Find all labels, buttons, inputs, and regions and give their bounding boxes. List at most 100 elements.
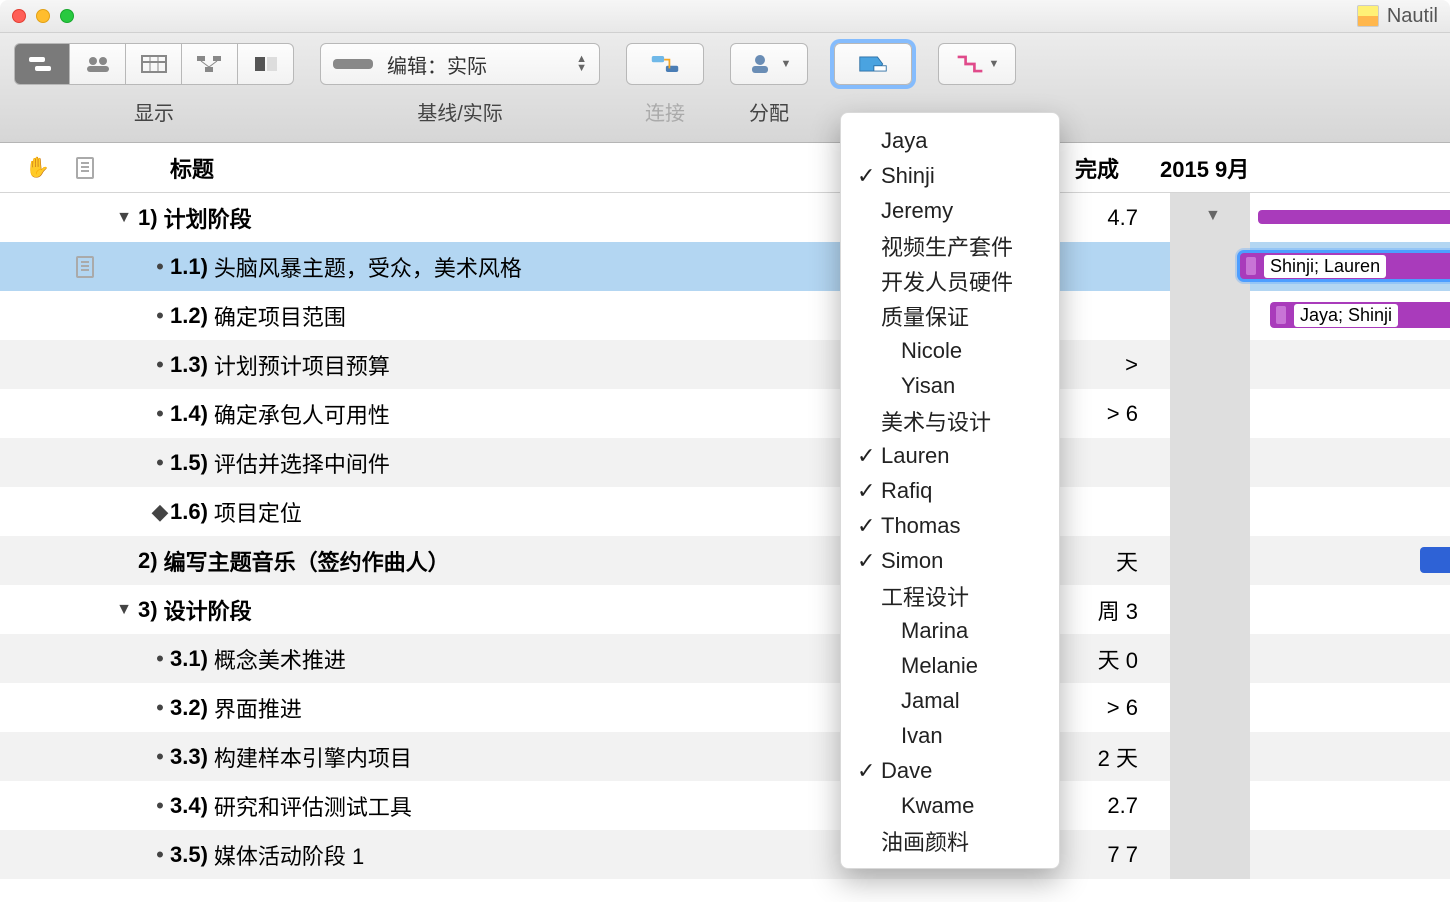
task-number: 1.3) — [170, 352, 208, 378]
menu-item[interactable]: ✓Rafiq — [841, 473, 1059, 508]
task-done-cell: 天 — [1050, 545, 1150, 577]
task-row[interactable]: ◆1.6)项目定位 — [0, 487, 1450, 536]
menu-item[interactable]: 质量保证 — [841, 298, 1059, 333]
task-number: 3.1) — [170, 646, 208, 672]
task-number: 1.6) — [170, 499, 208, 525]
notes-column-icon[interactable] — [76, 157, 94, 179]
task-number: 1.2) — [170, 303, 208, 329]
gantt-bar[interactable]: Jaya; Shinji — [1270, 302, 1450, 328]
view-board-button[interactable] — [238, 43, 294, 85]
baseline-label: 编辑：实际 — [387, 50, 487, 79]
task-number: 1.5) — [170, 450, 208, 476]
task-done-cell: > 6 — [1050, 401, 1150, 427]
app-logo-icon — [1357, 5, 1379, 27]
view-gantt-button[interactable] — [14, 43, 70, 85]
task-group-row[interactable]: 2)编写主题音乐（签约作曲人）天 — [0, 536, 1450, 585]
gantt-cell — [1150, 683, 1450, 732]
column-header-row: ✋ 标题 完成 2015 9月 — [0, 143, 1450, 193]
menu-item[interactable]: 美术与设计 — [841, 403, 1059, 438]
highlight-resource-button[interactable] — [834, 43, 912, 85]
menu-item[interactable]: Yisan — [841, 368, 1059, 403]
menu-item-label: Jaya — [881, 128, 927, 154]
menu-item[interactable]: Nicole — [841, 333, 1059, 368]
checkmark-icon: ✓ — [857, 513, 881, 539]
gantt-cell — [1150, 389, 1450, 438]
task-row[interactable]: •3.1)概念美术推进天 0 — [0, 634, 1450, 683]
gantt-bar[interactable] — [1420, 547, 1450, 573]
task-done-cell: > 6 — [1050, 695, 1150, 721]
task-title: 界面推进 — [214, 692, 302, 724]
menu-item-label: Yisan — [901, 373, 955, 399]
menu-item-label: Ivan — [901, 723, 943, 749]
menu-item[interactable]: 视频生产套件 — [841, 228, 1059, 263]
toolbar: 显示 编辑：实际 ▲▼ 基线/实际 连接 ▼ 分配 — [0, 33, 1450, 143]
task-number: 3) — [138, 597, 158, 623]
task-number: 1.1) — [170, 254, 208, 280]
task-done-cell: > — [1050, 352, 1150, 378]
menu-item[interactable]: 工程设计 — [841, 578, 1059, 613]
task-row[interactable]: •3.3)构建样本引擎内项目2 天 — [0, 732, 1450, 781]
menu-item[interactable]: ✓Dave — [841, 753, 1059, 788]
minimize-window-icon[interactable] — [36, 9, 50, 23]
menu-item[interactable]: Kwame — [841, 788, 1059, 823]
toolbar-group-baseline-label: 基线/实际 — [417, 97, 503, 126]
menu-item[interactable]: 开发人员硬件 — [841, 263, 1059, 298]
menu-item[interactable]: ✓Lauren — [841, 438, 1059, 473]
baseline-selector[interactable]: 编辑：实际 ▲▼ — [320, 43, 600, 85]
resource-highlight-menu[interactable]: Jaya ✓ShinjiJeremy视频生产套件开发人员硬件质量保证Nicole Y… — [840, 112, 1060, 869]
column-done-header[interactable]: 完成 — [1070, 152, 1150, 184]
task-row[interactable]: •3.5)媒体活动阶段 1> 4 周7 7 — [0, 830, 1450, 879]
task-row[interactable]: •1.4)确定承包人可用性> 6 — [0, 389, 1450, 438]
task-bullet-icon: • — [150, 793, 170, 819]
checkmark-icon: ✓ — [857, 758, 881, 784]
task-row[interactable]: •3.2)界面推进> 6 — [0, 683, 1450, 732]
menu-item[interactable]: ✓Thomas — [841, 508, 1059, 543]
task-row[interactable]: •1.2)确定项目范围Jaya; Shinji — [0, 291, 1450, 340]
gantt-cell: Shinji; Lauren — [1150, 242, 1450, 291]
menu-item[interactable]: 油画颜料 — [841, 823, 1059, 858]
menu-item[interactable]: Jamal — [841, 683, 1059, 718]
menu-item-label: Rafiq — [881, 478, 932, 504]
task-title: 编写主题音乐（签约作曲人） — [164, 545, 450, 577]
menu-item-label: 美术与设计 — [881, 405, 991, 437]
critical-path-button[interactable]: ▼ — [938, 43, 1016, 85]
task-number: 3.4) — [170, 793, 208, 819]
disclosure-triangle-icon[interactable]: ▼ — [110, 209, 138, 227]
task-group-row[interactable]: ▼3)设计阶段> 11 周 0.周 3 — [0, 585, 1450, 634]
gantt-date-label: 2015 9月 — [1160, 152, 1249, 184]
note-icon[interactable] — [76, 256, 94, 278]
gantt-summary-bar[interactable] — [1258, 210, 1450, 224]
connect-tasks-button[interactable] — [626, 43, 704, 85]
menu-item[interactable]: ✓Simon — [841, 543, 1059, 578]
task-row[interactable]: •1.3)计划预计项目预算> — [0, 340, 1450, 389]
gantt-summary-toggle-icon[interactable]: ▼ — [1205, 207, 1221, 225]
gantt-cell — [1150, 781, 1450, 830]
gantt-bar[interactable]: Shinji; Lauren — [1240, 253, 1450, 279]
task-row[interactable]: •1.1)头脑风暴主题，受众，美术风格Shinji; Lauren — [0, 242, 1450, 291]
disclosure-triangle-icon[interactable]: ▼ — [110, 601, 138, 619]
menu-item[interactable]: Marina — [841, 613, 1059, 648]
grab-column-icon[interactable]: ✋ — [25, 155, 50, 180]
task-group-row[interactable]: ▼1)计划阶段4.7▼ — [0, 193, 1450, 242]
menu-item[interactable]: Jaya — [841, 123, 1059, 158]
assign-resource-button[interactable]: ▼ — [730, 43, 808, 85]
menu-item[interactable]: Melanie — [841, 648, 1059, 683]
menu-item[interactable]: ✓Shinji — [841, 158, 1059, 193]
task-title: 计划阶段 — [164, 202, 252, 234]
view-calendar-button[interactable] — [126, 43, 182, 85]
view-resources-button[interactable] — [70, 43, 126, 85]
gantt-bar-handle-icon[interactable] — [1246, 257, 1256, 275]
menu-item[interactable]: Jeremy — [841, 193, 1059, 228]
task-row[interactable]: •3.4)研究和评估测试工具2.7 — [0, 781, 1450, 830]
task-title: 媒体活动阶段 1 — [214, 839, 364, 871]
task-list: ▼1)计划阶段4.7▼•1.1)头脑风暴主题，受众，美术风格Shinji; La… — [0, 193, 1450, 879]
column-gantt-header[interactable]: 2015 9月 — [1150, 152, 1450, 184]
task-done-cell: 4.7 — [1050, 205, 1150, 231]
gantt-bar-handle-icon[interactable] — [1276, 306, 1286, 324]
view-network-button[interactable] — [182, 43, 238, 85]
menu-item[interactable]: Ivan — [841, 718, 1059, 753]
zoom-window-icon[interactable] — [60, 9, 74, 23]
close-window-icon[interactable] — [12, 9, 26, 23]
task-row[interactable]: •1.5)评估并选择中间件 — [0, 438, 1450, 487]
gantt-cell — [1150, 340, 1450, 389]
